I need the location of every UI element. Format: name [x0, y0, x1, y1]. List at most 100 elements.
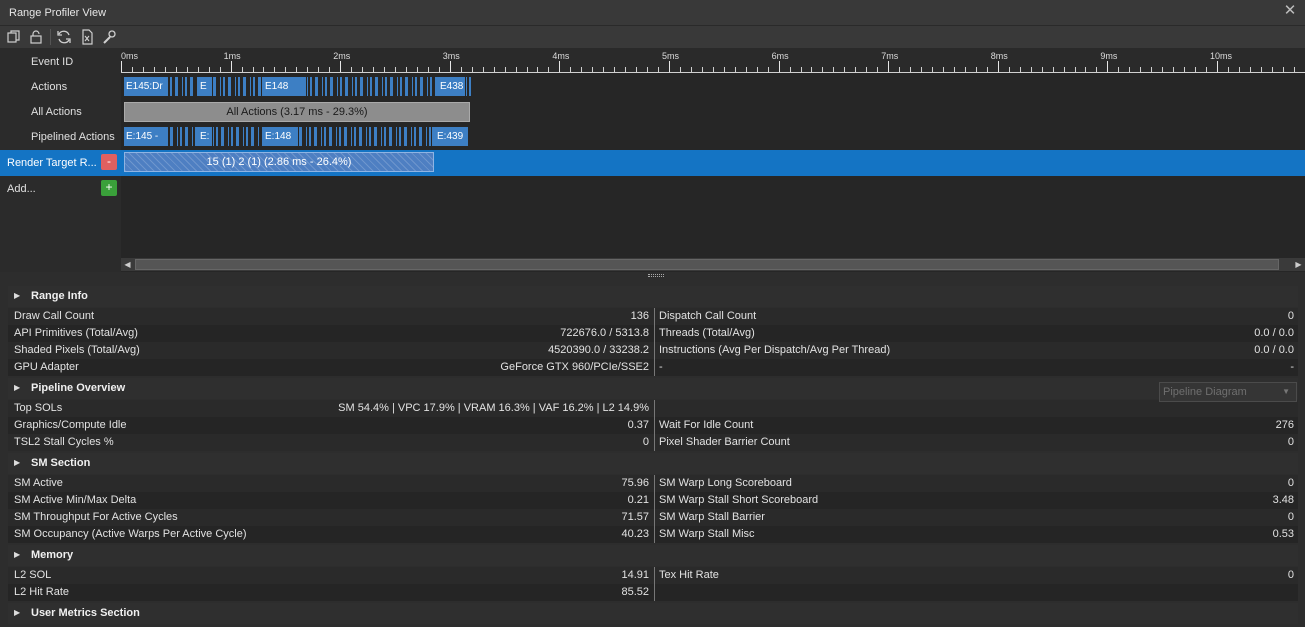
export-icon[interactable]	[79, 29, 95, 45]
action-slice[interactable]	[382, 77, 383, 96]
row-label-pipelined-actions[interactable]: Pipelined Actions	[31, 125, 115, 149]
action-slice[interactable]	[309, 127, 311, 146]
action-slice[interactable]	[412, 77, 413, 96]
section-header-sm-section[interactable]: ▶ SM Section	[8, 453, 1298, 474]
action-slice[interactable]	[175, 77, 178, 96]
action-slice[interactable]	[314, 127, 317, 146]
row-label-all-actions[interactable]: All Actions	[31, 100, 82, 124]
action-label[interactable]: E	[200, 77, 210, 96]
action-slice[interactable]	[397, 77, 398, 96]
action-slice[interactable]	[340, 77, 342, 96]
action-slice[interactable]	[369, 127, 371, 146]
action-slice[interactable]	[325, 77, 327, 96]
action-slice[interactable]	[366, 127, 367, 146]
action-slice[interactable]	[177, 127, 178, 146]
render-target-range-bar[interactable]: 15 (1) 2 (1) (2.86 ms - 26.4%)	[124, 152, 434, 172]
action-slice[interactable]	[469, 77, 471, 96]
action-slice[interactable]	[238, 77, 240, 96]
timeline-horizontal-scrollbar[interactable]: ◀ ▶	[121, 258, 1305, 271]
action-slice[interactable]	[429, 127, 431, 146]
lock-icon[interactable]	[28, 29, 44, 45]
action-slice[interactable]	[414, 127, 416, 146]
action-slice[interactable]	[185, 127, 188, 146]
action-slice[interactable]	[389, 127, 392, 146]
action-slice[interactable]	[307, 77, 308, 96]
action-slice[interactable]	[399, 127, 401, 146]
action-label[interactable]: E:439	[437, 127, 467, 146]
action-slice[interactable]	[352, 77, 353, 96]
pipeline-diagram-dropdown[interactable]: Pipeline Diagram ▼	[1159, 382, 1297, 402]
action-slice[interactable]	[322, 77, 323, 96]
action-slice[interactable]	[182, 77, 183, 96]
action-slice[interactable]	[258, 127, 259, 146]
scroll-right-icon[interactable]: ▶	[1293, 259, 1304, 270]
action-slice[interactable]	[221, 127, 224, 146]
action-label[interactable]: E438	[440, 77, 466, 96]
scrollbar-thumb[interactable]	[135, 259, 1279, 270]
action-slice[interactable]	[405, 77, 408, 96]
action-slice[interactable]	[400, 77, 402, 96]
close-icon[interactable]: ✕	[1283, 3, 1297, 18]
action-slice[interactable]	[367, 77, 368, 96]
section-header-pipeline-overview[interactable]: ▶ Pipeline Overview	[8, 378, 1298, 399]
action-slice[interactable]	[243, 77, 246, 96]
action-slice[interactable]	[243, 127, 244, 146]
action-slice[interactable]	[466, 77, 467, 96]
action-slice[interactable]	[251, 127, 254, 146]
action-slice[interactable]	[430, 77, 432, 96]
action-slice[interactable]	[213, 77, 216, 96]
action-slice[interactable]	[329, 127, 332, 146]
action-slice[interactable]	[180, 127, 182, 146]
action-slice[interactable]	[396, 127, 397, 146]
action-slice[interactable]	[310, 77, 312, 96]
action-slice[interactable]	[336, 127, 337, 146]
action-slice[interactable]	[427, 77, 428, 96]
time-ruler[interactable]: 0ms 1ms 2ms 3ms 4ms 5ms 6ms 7ms 8ms 9ms 10ms	[121, 48, 1305, 73]
action-slice[interactable]	[324, 127, 326, 146]
action-slice[interactable]	[351, 127, 352, 146]
expand-caret-icon[interactable]: ▶	[14, 291, 20, 300]
action-slice[interactable]	[390, 77, 393, 96]
action-slice[interactable]	[220, 77, 221, 96]
action-label[interactable]: E:	[200, 127, 210, 146]
expand-caret-icon[interactable]: ▶	[14, 608, 20, 617]
action-label[interactable]: E145:Dr	[126, 77, 168, 96]
action-slice[interactable]	[236, 127, 239, 146]
expand-caret-icon[interactable]: ▶	[14, 383, 20, 392]
action-slice[interactable]	[384, 127, 386, 146]
action-slice[interactable]	[339, 127, 341, 146]
action-slice[interactable]	[419, 127, 422, 146]
section-header-memory[interactable]: ▶ Memory	[8, 545, 1298, 566]
action-slice[interactable]	[250, 77, 251, 96]
action-slice[interactable]	[228, 77, 231, 96]
action-slice[interactable]	[246, 127, 248, 146]
action-slice[interactable]	[213, 127, 214, 146]
remove-range-button[interactable]: -	[101, 154, 117, 170]
action-slice[interactable]	[228, 127, 229, 146]
action-slice[interactable]	[190, 77, 193, 96]
action-slice[interactable]	[253, 77, 255, 96]
action-slice[interactable]	[306, 127, 307, 146]
action-slice[interactable]	[337, 77, 338, 96]
action-slice[interactable]	[375, 77, 378, 96]
action-slice[interactable]	[231, 127, 233, 146]
settings-wrench-icon[interactable]	[101, 29, 117, 45]
action-slice[interactable]	[185, 77, 187, 96]
row-label-add[interactable]: Add...	[7, 177, 36, 201]
action-slice[interactable]	[385, 77, 387, 96]
action-slice[interactable]	[360, 77, 363, 96]
copy-icon[interactable]	[6, 29, 22, 45]
action-slice[interactable]	[223, 77, 225, 96]
action-slice[interactable]	[330, 77, 333, 96]
action-slice[interactable]	[299, 127, 302, 146]
action-slice[interactable]	[415, 77, 417, 96]
refresh-icon[interactable]	[56, 29, 72, 45]
section-header-user-metrics[interactable]: ▶ User Metrics Section	[8, 603, 1298, 624]
expand-caret-icon[interactable]: ▶	[14, 550, 20, 559]
action-slice[interactable]	[411, 127, 412, 146]
action-slice[interactable]	[404, 127, 407, 146]
action-slice[interactable]	[195, 127, 197, 146]
row-label-actions[interactable]: Actions	[31, 75, 67, 99]
action-slice[interactable]	[355, 77, 357, 96]
action-slice[interactable]	[420, 77, 423, 96]
